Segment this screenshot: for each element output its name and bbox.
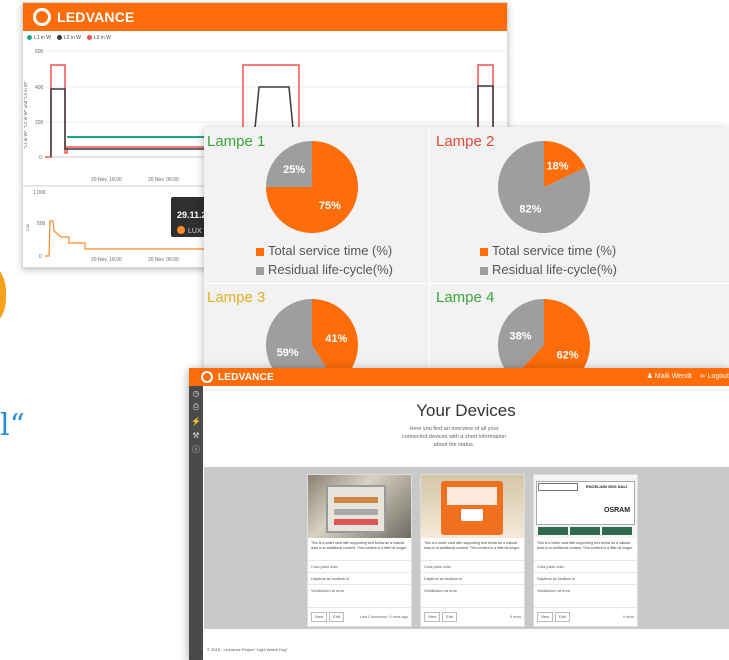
info-icon[interactable]: ⓘ [189, 442, 203, 456]
clock-icon[interactable]: ◷ [189, 386, 203, 400]
card-line: Vestibulum at eros [534, 584, 637, 596]
side-navigation: ◷ ⎙ ⚡ ⚒ ⓘ [189, 386, 203, 660]
y-tick-600: 600 [35, 49, 44, 55]
card-line: Vestibulum at eros [421, 584, 524, 596]
brand-name: LEDVANCE [218, 371, 274, 383]
user-icon: ♟ [646, 373, 653, 380]
card-line: Dapibus ac facilisis in [534, 572, 637, 584]
pie-slice-label: 62% [557, 349, 579, 361]
pie-slice-label: 25% [283, 164, 305, 176]
pie-chart-lampe-1: 75% 25% [266, 141, 358, 233]
device-card[interactable]: This is a wider card with supporting tex… [307, 474, 412, 627]
pie-title-lampe-3: Lampe 3 [207, 289, 266, 306]
y-tick-0: 0 [39, 155, 42, 161]
device-photo-encelium-gds: ENCELIUM GDS DALI OSRAM [534, 475, 637, 538]
pie-slice-label: 75% [319, 200, 341, 212]
bolt-icon[interactable]: ⚡ [189, 414, 203, 428]
chart-header-bar: LEDVANCE [23, 3, 507, 31]
x-tick-1: 20 Nov. 18:00 [91, 177, 122, 183]
card-line: Dapibus ac facilisis in [421, 572, 524, 584]
tooltip-dot [177, 226, 185, 234]
lux-y-tick-500: 500 [37, 221, 46, 227]
device-card[interactable]: ENCELIUM GDS DALI OSRAM This is a wider … [533, 474, 638, 627]
orange-circle-decoration [0, 255, 6, 335]
edit-button[interactable]: Edit [555, 612, 570, 622]
view-button[interactable]: View [537, 612, 554, 622]
last-connection: Last Connection: 9 mins ago [359, 615, 408, 619]
lux-x-tick-1: 20 Nov. 18:00 [91, 257, 122, 263]
devices-window: LEDVANCE ♟ Maik Wendt ⇰ Logout ◷ ⎙ ⚡ ⚒ ⓘ… [189, 368, 729, 660]
page-title: Your Devices [416, 401, 516, 420]
page-footer: © 2018 - Ledvance Project "Light Watch D… [207, 647, 288, 652]
card-line: Vestibulum at eros [308, 584, 411, 596]
y-tick-400: 400 [35, 85, 44, 91]
card-description: This is a wider card with supporting tex… [424, 541, 521, 550]
card-footer: View Edit Last Connection: 9 mins ago [308, 607, 411, 626]
card-line: Dapibus ac facilisis in [308, 572, 411, 584]
x-tick-2: 20 Nov. 06:00 [148, 177, 179, 183]
card-line: Cras justo odio [308, 560, 411, 572]
view-button[interactable]: View [311, 612, 328, 622]
device-photo-orange-module [421, 475, 524, 538]
card-line: Cras justo odio [421, 560, 524, 572]
page-subtitle: Here you find an overview of all your co… [402, 426, 506, 448]
card-footer: View Edit 9 mins [534, 607, 637, 626]
view-button[interactable]: View [424, 612, 441, 622]
pie-legend-lampe-2: Total service time (%) Residual life-cyc… [480, 243, 617, 277]
edit-button[interactable]: Edit [329, 612, 344, 622]
lux-y-axis-label: Lux [25, 223, 30, 231]
pie-title-lampe-2: Lampe 2 [436, 133, 495, 150]
pie-slice-label: 18% [547, 161, 569, 173]
lifecycle-pies-window: Lampe 1 75% 25% Total service time (%) Re… [204, 127, 729, 391]
card-description: This is a wider card with supporting tex… [311, 541, 408, 550]
pie-title-lampe-1: Lampe 1 [207, 133, 266, 150]
quote-mark-decoration: l“ [0, 408, 25, 443]
brand-name: LEDVANCE [57, 9, 135, 25]
pie-chart-lampe-2: 18% 82% [498, 141, 590, 233]
ledvance-logo-icon [201, 371, 213, 383]
y-axis-label: "L1 in W", "L2 in W" und "L3 in W" [23, 81, 28, 149]
edit-button[interactable]: Edit [442, 612, 457, 622]
user-menu[interactable]: ♟ Maik Wendt [647, 372, 692, 380]
tooltip-date: 29.11.2 [177, 210, 207, 220]
logout-link[interactable]: ⇰ Logout [700, 372, 729, 380]
printer-icon[interactable]: ⎙ [189, 400, 203, 414]
device-photo-cabinet [308, 475, 411, 538]
card-description: This is a wider card with supporting tex… [537, 541, 634, 550]
ledvance-logo-icon [33, 8, 51, 26]
pie-title-lampe-4: Lampe 4 [436, 289, 495, 306]
pie-slice-label: 38% [509, 331, 531, 343]
card-footer: View Edit 9 mins [421, 607, 524, 626]
pie-slice-label: 41% [325, 333, 347, 345]
tooltip-series: LUX [188, 228, 202, 235]
logout-icon: ⇰ [699, 373, 706, 380]
lux-x-tick-2: 20 Nov. 06:00 [148, 257, 179, 263]
y-tick-200: 200 [35, 120, 44, 126]
pie-slice-label: 59% [277, 347, 299, 359]
pie-legend-lampe-1: Total service time (%) Residual life-cyc… [256, 243, 393, 277]
devices-topbar: LEDVANCE ♟ Maik Wendt ⇰ Logout [189, 368, 729, 386]
wrench-icon[interactable]: ⚒ [189, 428, 203, 442]
last-connection: 9 mins [509, 615, 521, 619]
lux-y-tick-1000: 1.000 [33, 190, 46, 196]
lux-y-tick-0: 0 [39, 254, 42, 260]
card-line: Cras justo odio [534, 560, 637, 572]
pie-slice-label: 82% [519, 203, 541, 215]
last-connection: 9 mins [622, 615, 634, 619]
device-card[interactable]: This is a wider card with supporting tex… [420, 474, 525, 627]
